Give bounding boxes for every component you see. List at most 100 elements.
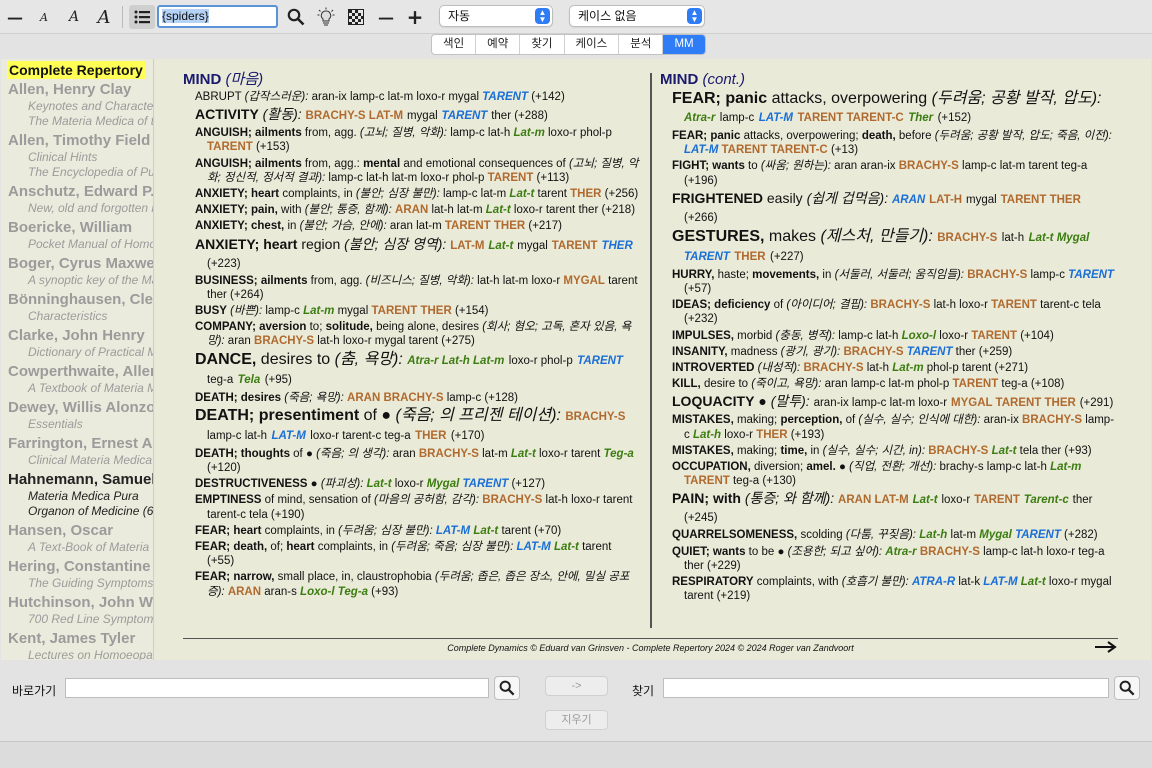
find-search-button[interactable] [1114,676,1140,700]
sidebar-book[interactable]: The Guiding Symptoms [8,576,153,591]
rubric[interactable]: KILL, desire to (죽이고, 욕망): aran lamp-c l… [672,377,1118,391]
tab-mm[interactable]: MM [663,35,705,54]
rubric[interactable]: ANXIETY; heart complaints, in (불안; 심장 불만… [195,187,641,201]
rubric[interactable]: FEAR; heart complaints, in (두려움; 심장 불만):… [195,524,641,538]
rubric[interactable]: ANXIETY; pain, with (불안; 통증, 함께): ARAN l… [195,203,641,217]
sidebar-author[interactable]: Bönninghausen, Clemens [8,291,154,309]
sidebar-book[interactable]: Keynotes and Characteristics [8,99,154,114]
language-select[interactable]: 자동 ▲ ▼ [439,5,553,27]
rubric[interactable]: MISTAKES, making; perception, of (실수, 실수… [672,413,1118,441]
rubric[interactable]: ACTIVITY (활동): BRACHY-S LAT-M mygal TARE… [195,106,641,124]
sidebar-book[interactable]: Organon of Medicine (6th) [8,504,154,519]
collapse-icon[interactable]: — [373,5,399,29]
rubric[interactable]: PAIN; with (통증; 와 함께): ARAN LAT-M Lat-t … [672,490,1118,526]
sidebar-author[interactable]: Cowperthwaite, Allen C. [8,363,154,381]
rubric[interactable]: BUSY (바쁜): lamp-c Lat-m mygal TARENT THE… [195,304,641,318]
sidebar-book[interactable]: Lectures on Homoeopathic Materia Medica [8,648,154,660]
tab-find[interactable]: 찾기 [520,35,565,54]
sidebar-author[interactable]: Hahnemann, Samuel [8,471,154,489]
tab-index[interactable]: 색인 [432,35,477,54]
sidebar-book[interactable]: New, old and forgotten remedies [8,201,154,216]
rubric[interactable]: BUSINESS; ailments from, agg. (비즈니스; 질병,… [195,274,641,302]
rubric[interactable]: IMPULSES, morbid (충동, 병적): lamp-c lat-h … [672,329,1118,343]
sidebar-book[interactable]: Dictionary of Practical Materia Medica [8,345,154,360]
sidebar-author[interactable]: Allen, Timothy Field [8,132,150,150]
rubric[interactable]: IDEAS; deficiency of (아이디어; 결핍): BRACHY-… [672,298,1118,326]
find-input[interactable] [663,678,1109,698]
rubric[interactable]: DESTRUCTIVENESS ● (파괴성): Lat-t loxo-r My… [195,477,641,491]
sidebar-book[interactable]: Materia Medica Pura [8,489,139,504]
search-input[interactable]: {spiders} [157,5,278,28]
expand-icon[interactable]: + [402,5,428,29]
sidebar-author[interactable]: Hansen, Oscar [8,522,113,540]
sidebar-book[interactable]: The Materia Medica of the Nosodes [8,114,154,129]
rubric[interactable]: OCCUPATION, diversion; amel. ● (직업, 전환; … [672,460,1118,488]
font-large-icon[interactable]: A [91,5,117,29]
sidebar-author[interactable]: Anschutz, Edward P. [8,183,154,201]
sidebar-author[interactable]: Hutchinson, John W. [8,594,154,612]
sidebar-book[interactable]: A synoptic key of the Materia Medica [8,273,154,288]
zoom-out-icon[interactable]: — [2,5,28,29]
rubric[interactable]: MISTAKES, making; time, in (실수, 실수; 시간, … [672,444,1118,458]
rubric[interactable]: EMPTINESS of mind, sensation of (마음의 공허함… [195,493,641,521]
rubric[interactable]: ANXIETY; chest, in (불안; 가슴, 안에): aran la… [195,219,641,233]
rubric[interactable]: DANCE, desires to (춤, 욕망): Atra-r Lat-h … [195,351,641,389]
rubric[interactable]: INSANITY, madness (광기, 광기): BRACHY-S TAR… [672,345,1118,359]
sidebar-book[interactable]: Characteristics [8,309,107,324]
font-small-icon[interactable]: A [31,5,57,29]
font-medium-icon[interactable]: A [61,5,87,29]
sidebar-book[interactable]: Clinical Hints [8,150,97,165]
rubric[interactable]: DEATH; desires (죽음; 욕망): ARAN BRACHY-S l… [195,391,641,405]
rubric[interactable]: ABRUPT (갑작스러운): aran-ix lamp-c lat-m lox… [195,90,641,104]
tab-case[interactable]: 케이스 [565,35,620,54]
rubric[interactable]: GESTURES, makes (제스처, 만들기): BRACHY-S lat… [672,228,1118,266]
sidebar-author[interactable]: Boger, Cyrus Maxwell [8,255,154,273]
rubric[interactable]: HURRY, haste; movements, in (서둘러, 서둘러; 움… [672,268,1118,296]
goto-search-button[interactable] [494,676,520,700]
go-button[interactable]: -> [545,676,608,696]
tab-analysis[interactable]: 분석 [619,35,664,54]
sidebar-author[interactable]: Hering, Constantine [8,558,151,576]
sidebar-book[interactable]: Essentials [8,417,83,432]
rubric[interactable]: FEAR; panic attacks, overpowering (두려움; … [672,90,1118,127]
sidebar-author[interactable]: Clarke, John Henry [8,327,145,345]
rubric[interactable]: DEATH; presentiment of ● (죽음; 의 프리젠 테이션)… [195,407,641,445]
rubric[interactable]: FEAR; narrow, small place, in, claustrop… [195,570,641,598]
goto-input[interactable] [65,678,489,698]
rubric[interactable]: DEATH; thoughts of ● (죽음; 의 생각): aran BR… [195,447,641,475]
grid-icon[interactable] [343,5,369,29]
list-view-icon[interactable] [129,5,155,29]
sidebar-book[interactable]: A Textbook of Materia Medica [8,381,154,396]
rubric[interactable]: LOQUACITY ● (말투): aran-ix lamp-c lat-m l… [672,393,1118,411]
rubric[interactable]: QUARRELSOMENESS, scolding (다툼, 꾸짖음): Lat… [672,528,1118,542]
rubric[interactable]: RESPIRATORY complaints, with (호흡기 불만): A… [672,575,1118,603]
sidebar-book[interactable]: 700 Red Line Symptoms [8,612,154,627]
search-icon[interactable] [283,5,309,29]
sidebar-author[interactable]: Farrington, Ernest A. [8,435,154,453]
case-select[interactable]: 케이스 없음 ▲ ▼ [569,5,705,27]
rubric[interactable]: FIGHT; wants to (싸움; 원하는): aran aran-ix … [672,159,1118,187]
rubric[interactable]: ANGUISH; ailments from, agg.: mental and… [195,157,641,185]
sidebar-item-complete-repertory[interactable]: Complete Repertory [7,61,145,79]
sidebar-author[interactable]: Dewey, Willis Alonzo [8,399,154,417]
rubric[interactable]: INTROVERTED (내성적): BRACHY-S lat-h Lat-m … [672,361,1118,375]
clear-button[interactable]: 지우기 [545,710,608,730]
sidebar-author[interactable]: Kent, James Tyler [8,630,135,648]
tab-booking[interactable]: 예약 [476,35,521,54]
rubric[interactable]: ANGUISH; ailments from, agg. (고뇌; 질병, 악화… [195,126,641,154]
sidebar-book[interactable]: A Text-Book of Materia Medica [8,540,154,555]
next-page-arrow-icon[interactable] [1095,637,1117,660]
lightbulb-icon[interactable] [313,5,339,29]
rubric[interactable]: FEAR; panic attacks, overpowering; death… [672,129,1118,157]
sidebar-author[interactable]: Boericke, William [8,219,132,237]
rubric[interactable]: ANXIETY; heart region (불안; 심장 영역): LAT-M… [195,236,641,272]
rubric[interactable]: COMPANY; aversion to; solitude, being al… [195,320,641,348]
sidebar-book[interactable]: Pocket Manual of Homoeopathic Materia Me… [8,237,154,252]
rubric[interactable]: QUIET; wants to be ● (조용한; 되고 싶어): Atra-… [672,545,1118,573]
rubric[interactable]: FEAR; death, of; heart complaints, in (두… [195,540,641,568]
rubric[interactable]: FRIGHTENED easily (쉽게 겁먹음): ARAN LAT-H m… [672,190,1118,226]
search-query: {spiders} [162,9,209,23]
sidebar-book[interactable]: Clinical Materia Medica [8,453,152,468]
sidebar-author[interactable]: Allen, Henry Clay [8,81,131,99]
sidebar-book[interactable]: The Encyclopedia of Pure Materia Medica [8,165,154,180]
